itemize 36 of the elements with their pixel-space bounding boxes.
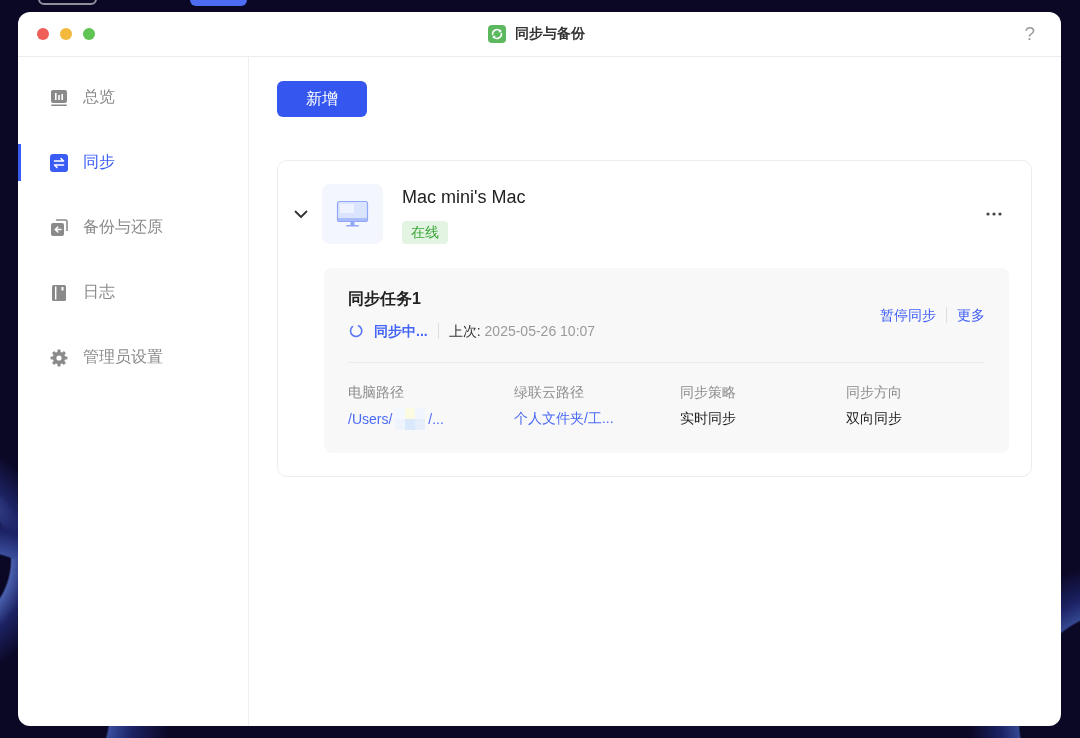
settings-icon bbox=[50, 348, 68, 367]
sync-icon bbox=[487, 25, 506, 43]
minimize-button[interactable] bbox=[60, 28, 72, 40]
field-value: 实时同步 bbox=[680, 409, 737, 428]
help-button[interactable]: ? bbox=[1024, 23, 1035, 45]
close-button[interactable] bbox=[37, 28, 49, 40]
field-label: 同步策略 bbox=[680, 383, 737, 402]
spinner-icon bbox=[349, 324, 363, 338]
sidebar-item[interactable]: 备份与还原 bbox=[18, 209, 248, 246]
status-badge: 在线 bbox=[402, 220, 448, 244]
chart-icon bbox=[50, 88, 68, 107]
field-label: 电脑路径 bbox=[348, 383, 405, 402]
task-title: 同步任务1 bbox=[348, 289, 422, 309]
path-link[interactable]: 个人文件夹/工... bbox=[514, 408, 614, 428]
field-value: 双向同步 bbox=[846, 409, 903, 428]
more-icon[interactable] bbox=[986, 212, 1002, 216]
path-link[interactable]: /Users/ /... bbox=[348, 408, 444, 430]
more-link[interactable]: 更多 bbox=[957, 304, 985, 325]
return-arrow-icon bbox=[50, 218, 68, 237]
sidebar-item[interactable]: 总览 bbox=[18, 79, 248, 116]
device-name: Mac mini's Mac bbox=[402, 185, 526, 209]
sync-status: 同步中... bbox=[374, 322, 428, 341]
field-label: 同步方向 bbox=[846, 383, 903, 402]
last-sync-label: 上次: bbox=[448, 322, 481, 341]
field-label: 绿联云路径 bbox=[514, 383, 585, 402]
book-icon bbox=[50, 283, 68, 302]
sidebar-item[interactable]: 管理员设置 bbox=[18, 339, 248, 376]
last-sync-time: 2025-05-26 10:07 bbox=[484, 322, 596, 341]
window-title: 同步与备份 bbox=[514, 25, 585, 43]
maximize-button[interactable] bbox=[83, 28, 95, 40]
pause-link[interactable]: 暂停同步 bbox=[880, 304, 936, 325]
sidebar-item[interactable]: 日志 bbox=[18, 274, 248, 311]
monitor-icon bbox=[322, 184, 383, 244]
swap-arrows-icon bbox=[50, 153, 68, 172]
add-button[interactable]: 新增 bbox=[277, 81, 367, 117]
sidebar-item[interactable]: 同步 bbox=[18, 144, 248, 181]
